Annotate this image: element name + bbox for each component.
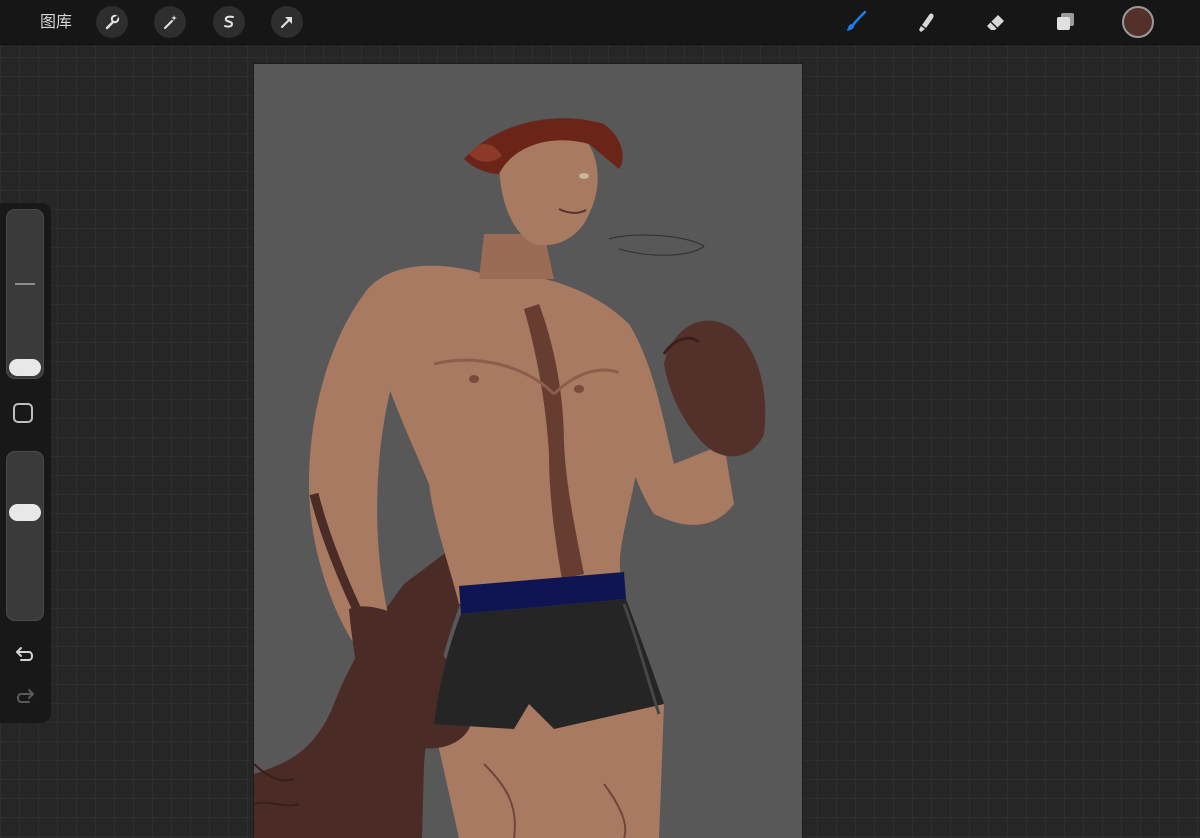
gallery-link[interactable]: 图库 <box>40 12 72 32</box>
brush-icon[interactable] <box>840 6 872 38</box>
top-toolbar: 图库 <box>0 0 1200 45</box>
brush-size-thumb[interactable] <box>9 359 41 376</box>
undo-icon[interactable] <box>12 643 38 665</box>
brush-size-slider[interactable] <box>6 209 44 379</box>
color-swatch[interactable] <box>1122 6 1154 38</box>
drawing-canvas[interactable] <box>254 64 802 838</box>
opacity-thumb[interactable] <box>9 504 41 521</box>
selection-icon[interactable] <box>213 6 245 38</box>
eraser-icon[interactable] <box>980 6 1012 38</box>
artwork-illustration <box>254 118 766 838</box>
layers-icon[interactable] <box>1050 6 1082 38</box>
smudge-icon[interactable] <box>910 6 942 38</box>
redo-icon[interactable] <box>12 685 38 707</box>
modify-square-icon[interactable] <box>13 403 33 423</box>
opacity-slider[interactable] <box>6 451 44 621</box>
slider-tick <box>15 283 35 285</box>
wrench-icon[interactable] <box>96 6 128 38</box>
magic-wand-icon[interactable] <box>154 6 186 38</box>
transform-arrow-icon[interactable] <box>271 6 303 38</box>
left-sidebar <box>0 203 51 723</box>
